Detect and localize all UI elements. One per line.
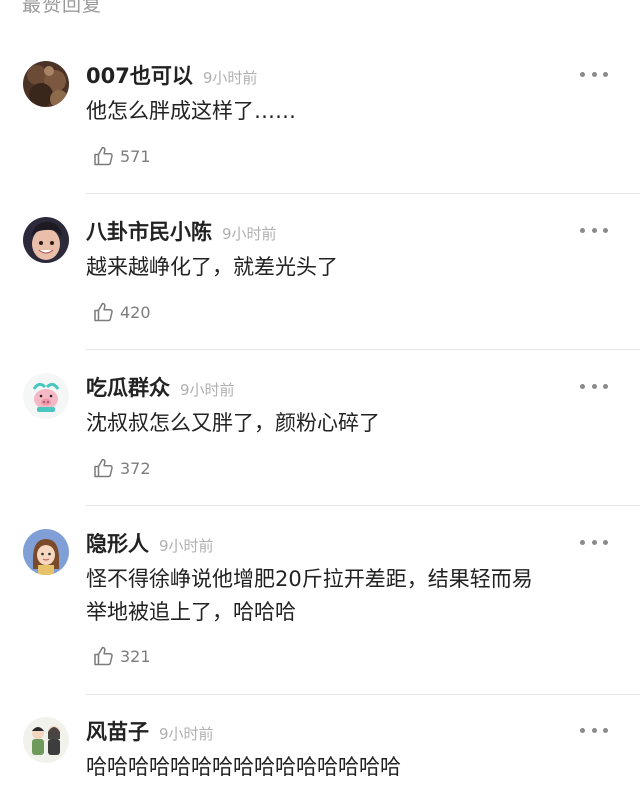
more-options-icon[interactable]	[580, 67, 608, 81]
like-button[interactable]: 372	[92, 455, 151, 481]
thumbs-up-icon	[94, 458, 113, 478]
username[interactable]: 吃瓜群众	[86, 372, 170, 402]
comment-text: 沈叔叔怎么又胖了，颜粉心碎了	[86, 411, 380, 435]
comment-text: 越来越峥化了，就差光头了	[86, 255, 338, 279]
like-button[interactable]: 321	[92, 643, 151, 669]
avatar-image	[23, 217, 69, 263]
divider	[86, 694, 640, 695]
username[interactable]: 八卦市民小陈	[86, 216, 212, 246]
like-count: 372	[120, 458, 151, 478]
thumbs-up-icon	[94, 146, 113, 166]
more-options-icon[interactable]	[580, 723, 608, 737]
comment-text: 他怎么胖成这样了……	[86, 99, 296, 123]
section-title: 最赞回复	[22, 0, 103, 16]
username[interactable]: 隐形人	[86, 528, 149, 558]
like-button[interactable]: 420	[92, 299, 151, 325]
timestamp: 9小时前	[202, 69, 258, 87]
user-avatar[interactable]	[23, 217, 69, 263]
timestamp: 9小时前	[159, 537, 214, 555]
avatar-image	[23, 529, 69, 575]
more-options-icon[interactable]	[580, 379, 608, 393]
more-options-icon[interactable]	[580, 223, 608, 237]
like-count: 420	[120, 302, 151, 322]
comment-text: 怪不得徐峥说他增肥20斤拉开差距，结果轻而易 举地被追上了，哈哈哈	[86, 567, 533, 624]
user-avatar[interactable]	[23, 61, 69, 107]
user-avatar[interactable]	[23, 373, 69, 419]
avatar-image	[23, 61, 69, 107]
username[interactable]: 007也可以	[86, 60, 193, 90]
divider	[86, 349, 640, 350]
like-count: 321	[120, 646, 151, 666]
divider	[86, 193, 640, 194]
divider	[86, 505, 640, 506]
user-avatar[interactable]	[23, 529, 69, 575]
timestamp: 9小时前	[180, 381, 235, 399]
like-button[interactable]: 571	[92, 143, 151, 169]
thumbs-up-icon	[94, 646, 113, 666]
username[interactable]: 风苗子	[86, 716, 149, 746]
avatar-image	[23, 373, 69, 419]
avatar-image	[23, 717, 69, 763]
thumbs-up-icon	[94, 302, 113, 322]
user-avatar[interactable]	[23, 717, 69, 763]
more-options-icon[interactable]	[580, 535, 608, 549]
comment-text: 哈哈哈哈哈哈哈哈哈哈哈哈哈哈哈	[86, 755, 401, 779]
like-count: 571	[120, 146, 151, 166]
timestamp: 9小时前	[222, 225, 277, 243]
timestamp: 9小时前	[159, 725, 214, 743]
